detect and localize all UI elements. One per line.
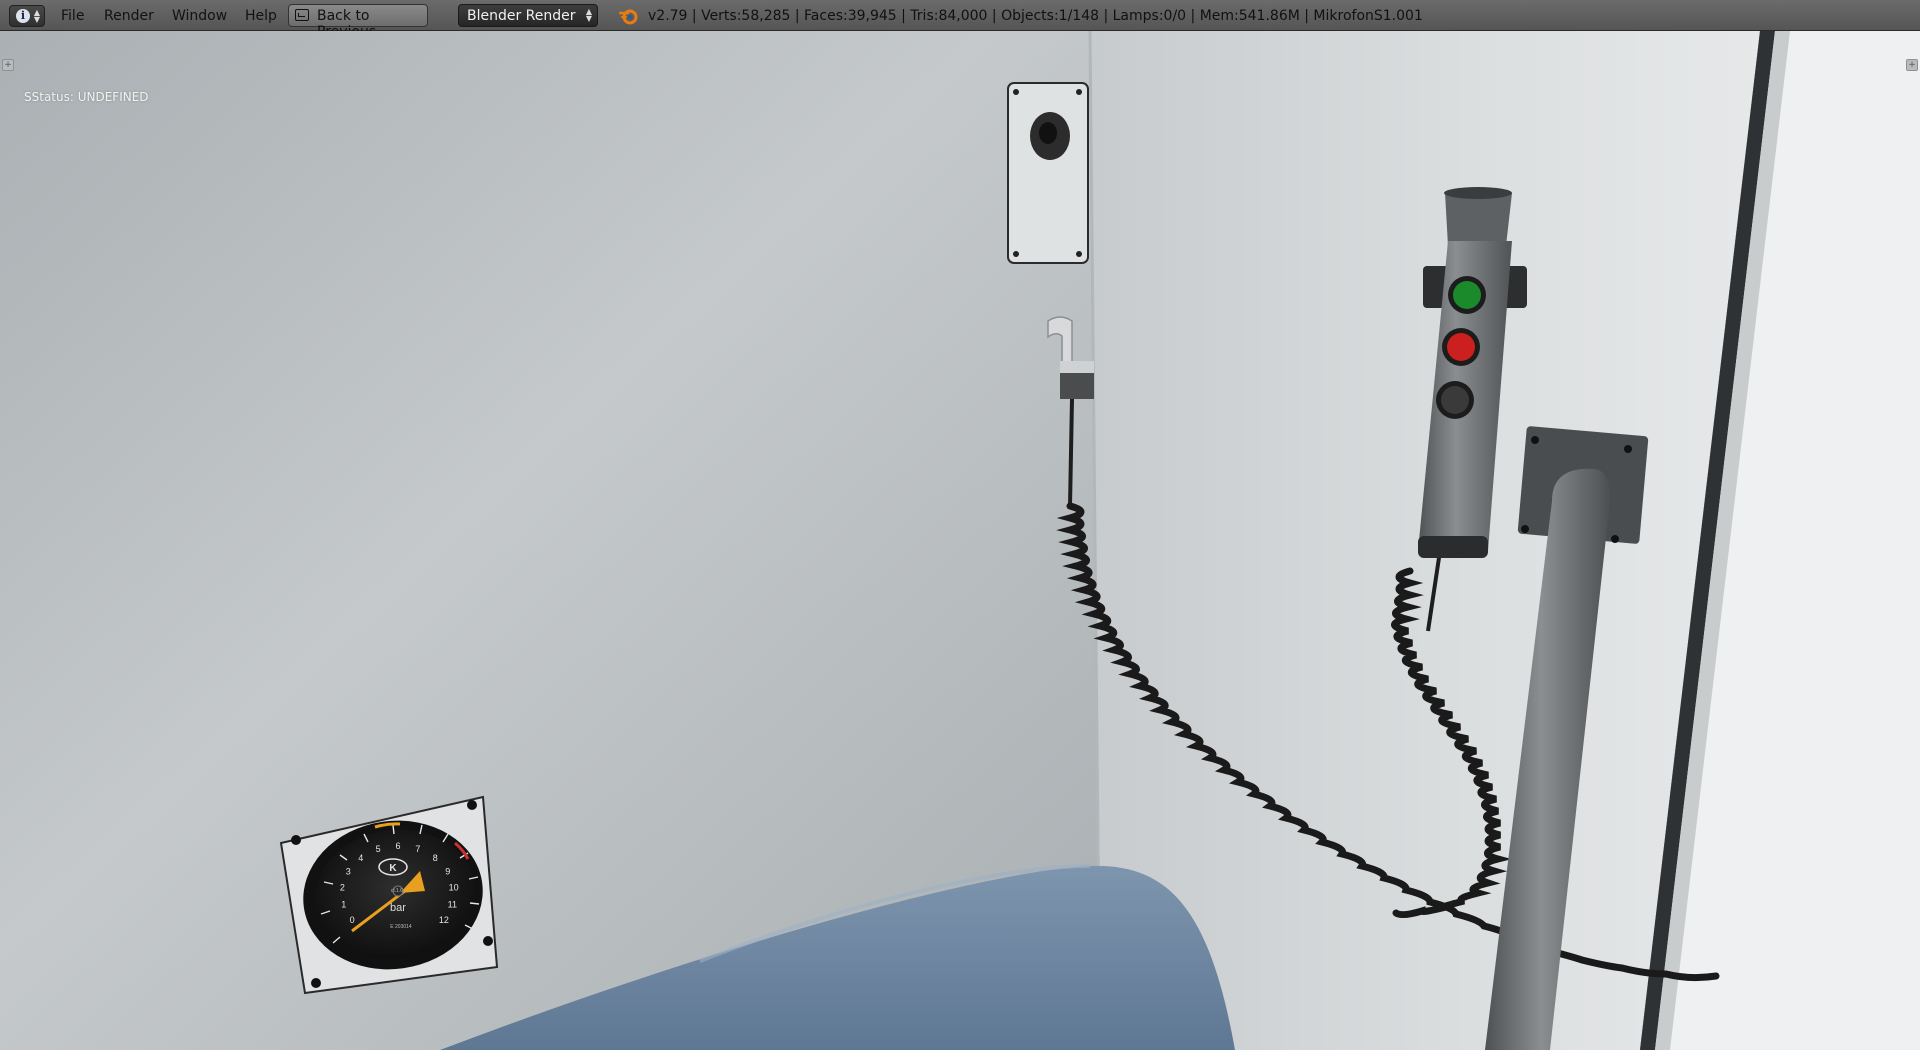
3d-viewport[interactable]: K bar cl.1.6 E 203014 0 1 2 3 4 5 6 7 8 9 10 11 12 S… — [0, 31, 1920, 1050]
menu-window[interactable]: Window — [172, 8, 227, 24]
info-icon: i — [16, 9, 30, 23]
editor-type-button[interactable]: i ▲ ▼ — [9, 5, 45, 27]
gauge-tick-label: 4 — [358, 853, 363, 863]
gauge-tick-label: 6 — [395, 841, 400, 851]
info-header: i ▲▼ File Render Window Help Back to Pre… — [0, 0, 1920, 40]
viewport-corner-left-widget[interactable]: + — [2, 59, 14, 71]
gauge-serial: E 203014 — [390, 924, 412, 930]
gauge-tick-label: 12 — [439, 915, 449, 925]
gauge-tick-label: 10 — [449, 883, 459, 893]
gauge-tick-label: 7 — [415, 844, 420, 854]
render-engine-label: Blender Render — [467, 8, 576, 24]
gauge-class: cl.1.6 — [391, 888, 403, 894]
scene-stats: v2.79 | Verts:58,285 | Faces:39,945 | Tr… — [648, 8, 1423, 24]
gauge-unit: bar — [390, 902, 406, 914]
back-to-previous-button[interactable]: Back to Previous — [288, 4, 428, 40]
menu-help[interactable]: Help — [245, 8, 277, 24]
blender-logo-icon — [619, 9, 638, 25]
gauge-tick-label: 11 — [448, 900, 457, 910]
viewport-status-text: SStatus: UNDEFINED — [24, 90, 149, 104]
gauge-tick-label: 3 — [346, 866, 351, 876]
gauge-tick-label: 2 — [340, 883, 345, 893]
menu-render[interactable]: Render — [104, 8, 154, 24]
gauge-tick-label: 9 — [445, 866, 450, 876]
gauge-tick-label: 8 — [433, 853, 438, 863]
gauge-tick-label: 1 — [341, 900, 346, 910]
chevron-updown-icon: ▲ ▼ — [585, 7, 592, 23]
chevron-updown-icon: ▲ ▼ — [33, 8, 40, 24]
viewport-corner-right-widget[interactable]: + — [1906, 59, 1918, 71]
back-icon — [295, 9, 309, 21]
menu-file[interactable]: File — [61, 8, 84, 24]
gauge-tick-label: 0 — [350, 915, 355, 925]
gauge-brand: K — [389, 863, 397, 874]
gauge-tick-label: 5 — [376, 844, 381, 854]
render-engine-select[interactable]: Blender Render ▲ ▼ — [458, 4, 598, 27]
rendered-scene: K bar cl.1.6 E 203014 012345 6 789101112 — [0, 31, 1920, 1050]
